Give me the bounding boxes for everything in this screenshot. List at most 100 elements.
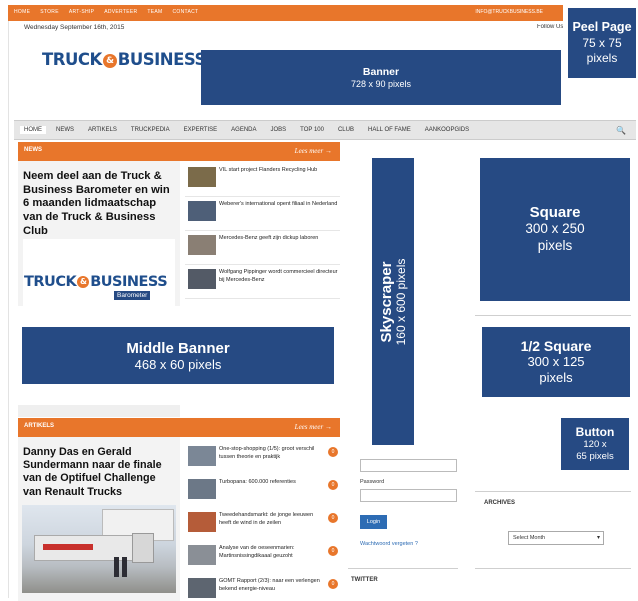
news-section-label: NEWS [24,147,42,153]
list-item[interactable]: Turbopana: 600.000 referenties 0 [185,476,340,504]
divider [185,230,340,231]
nav-item-club[interactable]: CLUB [338,127,354,133]
square-unit: pixels [537,238,573,253]
article-thumbnail [188,545,216,565]
article-item-title[interactable]: One-stop-shopping (1/5): groot verschil … [219,446,323,462]
list-item[interactable]: Mercedes-Benz geeft zijn dickup laboren [185,232,340,260]
peel-unit: pixels [586,51,618,66]
list-item[interactable]: GOMT Rapport (2/3): naar een verlengen b… [185,575,340,601]
username-field[interactable] [360,459,457,472]
button-ad[interactable]: Button 120 x 65 pixels [561,418,629,470]
forgot-password-link[interactable]: Wachtwoord vergeten ? [360,541,418,547]
divider [185,196,340,197]
comment-count-badge[interactable]: 0 [328,480,338,490]
articles-read-more-link[interactable]: Lees meer → [295,423,332,431]
nav-item-news[interactable]: NEWS [56,127,74,133]
feature-logo-right: BUSINESS [90,274,168,290]
article-item-title[interactable]: GOMT Rapport (2/3): naar een verlengen b… [219,578,323,594]
search-icon[interactable]: 🔍 [616,126,626,135]
top-link[interactable]: TEAM [147,9,162,15]
banner-size: 728 x 90 pixels [350,79,412,89]
news-item-title[interactable]: Wolfgang Pippinger wordt commercieel dir… [219,269,339,285]
list-item[interactable]: One-stop-shopping (1/5): groot verschil … [185,443,340,471]
feature-logo-left: TRUCK [24,274,77,290]
news-item-title[interactable]: Weberer's international opent filiaal in… [219,201,339,209]
logo-ampersand: & [102,54,117,68]
logo-text-right: BUSINESS [117,50,207,69]
select-value: Select Month [513,535,546,541]
list-item[interactable]: Tweedehandsmarkt: de jonge leeuwen heeft… [185,509,340,537]
archives-month-select[interactable]: Select Month ▾ [508,531,604,545]
button-ad-size: 120 x [583,438,607,450]
skyscraper-ad[interactable]: Skyscraper 160 x 600 pixels [372,158,414,445]
article-feature-photo [22,505,176,593]
nav-item-agenda[interactable]: AGENDA [231,127,256,133]
nav-item-top100[interactable]: TOP 100 [300,127,324,133]
divider [475,491,631,492]
list-item[interactable]: Analyse van de oeseenmarien: Martinsniss… [185,542,340,570]
list-item[interactable]: VIL start project Flanders Recycling Hub [185,164,340,192]
articles-section-bar: ARTIKELS Lees meer → [18,418,340,437]
follow-us[interactable]: Follow Us [537,24,563,30]
comment-count-badge[interactable]: 0 [328,447,338,457]
site-logo[interactable]: TRUCK & BUSINESS [42,50,206,69]
article-feature-headline[interactable]: Danny Das en Gerald Sundermann naar de f… [23,446,173,499]
news-feature-image [23,239,175,306]
divider [348,568,458,569]
nav-item-jobs[interactable]: JOBS [271,127,287,133]
top-bar: HOME STORE ART-SHIP ADVERTEER TEAM CONTA… [8,5,563,21]
top-link[interactable]: STORE [40,9,59,15]
middle-banner-title: Middle Banner [126,339,230,357]
feature-logo-ampersand: & [77,276,90,288]
square-title: Square [529,204,581,222]
article-thumbnail [188,512,216,532]
article-item-title[interactable]: Turbopana: 600.000 referenties [219,479,323,487]
comment-count-badge[interactable]: 0 [328,579,338,589]
list-item[interactable]: Wolfgang Pippinger wordt commercieel dir… [185,266,340,294]
photo-truck-cab [132,533,154,563]
peel-title: Peel Page [572,20,632,35]
banner-ad[interactable]: Banner 728 x 90 pixels [201,50,561,105]
photo-person [122,557,127,577]
top-link[interactable]: HOME [14,9,30,15]
photo-person [114,557,119,577]
contact-email[interactable]: INFO@TRUCKBUSINESS.BE [475,9,543,15]
divider [475,568,631,569]
divider [475,315,631,316]
nav-item-artikels[interactable]: ARTIKELS [88,127,117,133]
articles-section-label: ARTIKELS [24,423,54,429]
list-item[interactable]: Weberer's international opent filiaal in… [185,198,340,226]
nav-item-expertise[interactable]: EXPERTISE [184,127,218,133]
banner-title: Banner [362,66,400,78]
news-item-title[interactable]: VIL start project Flanders Recycling Hub [219,167,339,175]
news-read-more-link[interactable]: Lees meer → [295,147,332,155]
news-thumbnail [188,201,216,221]
peel-page-ad[interactable]: Peel Page 75 x 75 pixels [568,8,636,78]
article-thumbnail [188,578,216,598]
news-item-title[interactable]: Mercedes-Benz geeft zijn dickup laboren [219,235,339,243]
password-label: Password [360,479,385,485]
login-button[interactable]: Login [360,515,387,529]
twitter-heading: TWITTER [351,577,378,583]
article-item-title[interactable]: Tweedehandsmarkt: de jonge leeuwen heeft… [219,512,323,528]
top-link[interactable]: ADVERTEER [104,9,137,15]
nav-item-aankoopgids[interactable]: AANKOOPGIDS [425,127,469,133]
half-square-size: 300 x 125 [527,353,585,369]
peel-size: 75 x 75 [582,35,622,50]
nav-item-home[interactable]: HOME [20,126,46,134]
nav-item-hall-of-fame[interactable]: HALL OF FAME [368,127,411,133]
top-link[interactable]: CONTACT [172,9,198,15]
square-ad[interactable]: Square 300 x 250 pixels [480,158,630,301]
password-field[interactable] [360,489,457,502]
square-size: 300 x 250 [525,221,585,237]
article-item-title[interactable]: Analyse van de oeseenmarien: Martinsniss… [219,545,323,561]
top-link[interactable]: ART-SHIP [69,9,94,15]
middle-banner-ad[interactable]: Middle Banner 468 x 60 pixels [22,327,334,384]
top-links: HOME STORE ART-SHIP ADVERTEER TEAM CONTA… [14,9,198,15]
nav-item-truckpedia[interactable]: TRUCKPEDIA [131,127,170,133]
comment-count-badge[interactable]: 0 [328,546,338,556]
half-square-ad[interactable]: 1/2 Square 300 x 125 pixels [482,327,630,397]
comment-count-badge[interactable]: 0 [328,513,338,523]
news-feature-headline[interactable]: Neem deel aan de Truck & Business Barome… [23,170,173,238]
button-ad-unit: 65 pixels [576,451,614,462]
